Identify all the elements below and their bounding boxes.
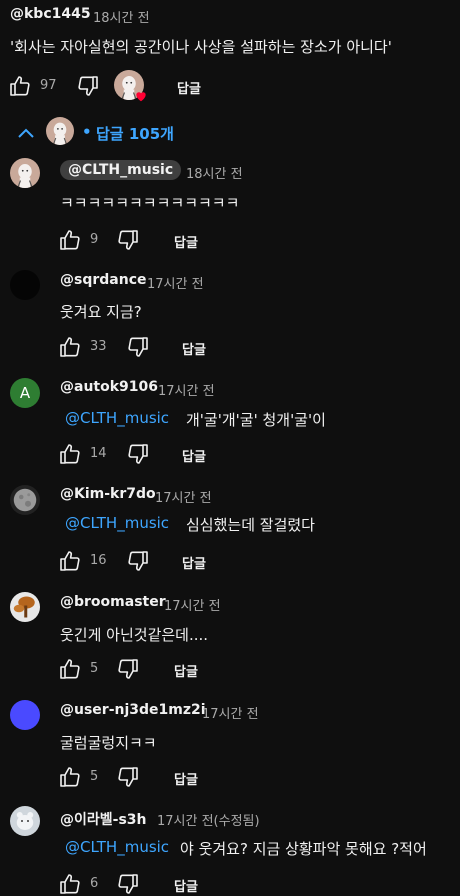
creator-author-chip[interactable]: @CLTH_music [60, 160, 182, 180]
thumbs-down-icon[interactable] [126, 335, 150, 359]
thumbs-down-icon[interactable] [76, 74, 100, 98]
avatar[interactable] [10, 158, 40, 188]
reply-text: 야 웃겨요? 지금 상황파악 못해요 ?적어 [180, 840, 427, 858]
reply-author[interactable]: @autok9106 [60, 379, 158, 395]
like-count: 9 [90, 232, 99, 247]
like-count: 16 [90, 553, 107, 568]
mention-link[interactable]: @CLTH_music [65, 409, 169, 427]
thumbs-down-icon[interactable] [126, 549, 150, 573]
creator-avatar [46, 117, 74, 145]
thumbs-down-icon[interactable] [116, 872, 140, 896]
like-count: 33 [90, 339, 107, 354]
like-count: 5 [90, 769, 99, 784]
like-count: 6 [90, 876, 99, 891]
thumbs-down-icon[interactable] [116, 228, 140, 252]
comment-time[interactable]: 18시간 전 [93, 7, 150, 26]
comment-author[interactable]: @kbc1445 [10, 6, 91, 22]
reply-time[interactable]: 17시간 전 [202, 703, 259, 722]
chevron-up-icon[interactable] [14, 122, 38, 146]
reply-text: 웃겨요 지금? [60, 303, 142, 321]
avatar[interactable]: A [10, 378, 40, 408]
avatar[interactable] [10, 806, 40, 836]
avatar[interactable] [10, 700, 40, 730]
thumbs-up-icon[interactable] [58, 442, 82, 466]
thumbs-down-icon[interactable] [116, 765, 140, 789]
mention-link[interactable]: @CLTH_music [65, 514, 169, 532]
reply-author[interactable]: @user-nj3de1mz2i [60, 702, 206, 718]
reply-button[interactable]: 답글 [182, 339, 206, 358]
comment-text: '회사는 자아실현의 공간이나 사상을 설파하는 장소가 아니다' [10, 38, 392, 56]
reply-button[interactable]: 답글 [174, 232, 198, 251]
thumbs-up-icon[interactable] [58, 872, 82, 896]
thumbs-down-icon[interactable] [126, 442, 150, 466]
reply-button[interactable]: 답글 [174, 769, 198, 788]
reply-author[interactable]: @Kim-kr7do [60, 486, 156, 502]
reply-text: 개'굴'개'굴' 청개'굴'이 [186, 411, 326, 429]
reply-time[interactable]: 17시간 전 [147, 273, 204, 292]
reply-button[interactable]: 답글 [182, 553, 206, 572]
mention-link[interactable]: @CLTH_music [65, 838, 169, 856]
thumbs-up-icon[interactable] [58, 549, 82, 573]
reply-button[interactable]: 답글 [182, 446, 206, 465]
reply-text: 웃긴게 아닌것같은데.... [60, 626, 209, 644]
thumbs-up-icon[interactable] [58, 228, 82, 252]
thumbs-up-icon[interactable] [8, 74, 32, 98]
reply-text: ㅋㅋㅋㅋㅋㅋㅋㅋㅋㅋㅋㅋㅋ [60, 194, 240, 212]
thumbs-down-icon[interactable] [116, 657, 140, 681]
like-count: 14 [90, 446, 107, 461]
like-count: 97 [40, 78, 57, 93]
reply-author[interactable]: @이라벨-s3h [60, 809, 147, 829]
reply-button[interactable]: 답글 [174, 661, 198, 680]
avatar[interactable] [10, 270, 40, 300]
reply-author[interactable]: @broomaster [60, 594, 166, 610]
reply-author[interactable]: @sqrdance [60, 272, 147, 288]
thumbs-up-icon[interactable] [58, 657, 82, 681]
reply-time[interactable]: 17시간 전(수정됨) [157, 810, 260, 829]
reply-time[interactable]: 17시간 전 [164, 595, 221, 614]
reply-button[interactable]: 답글 [174, 876, 198, 895]
reply-button[interactable]: 답글 [177, 78, 201, 97]
avatar[interactable] [10, 485, 40, 515]
reply-text: 굴럼굴렁지ㅋㅋ [60, 734, 157, 752]
reply-time[interactable]: 17시간 전 [155, 487, 212, 506]
reply-time[interactable]: 17시간 전 [158, 380, 215, 399]
replies-bullet: • [82, 123, 92, 141]
avatar[interactable] [10, 592, 40, 622]
replies-toggle-button[interactable]: 답글 105개 [96, 123, 174, 144]
reply-time[interactable]: 18시간 전 [186, 163, 243, 182]
like-count: 5 [90, 661, 99, 676]
thumbs-up-icon[interactable] [58, 765, 82, 789]
thumbs-up-icon[interactable] [58, 335, 82, 359]
reply-text: 심심했는데 잘걸렸다 [186, 516, 315, 534]
heart-icon [134, 88, 148, 102]
